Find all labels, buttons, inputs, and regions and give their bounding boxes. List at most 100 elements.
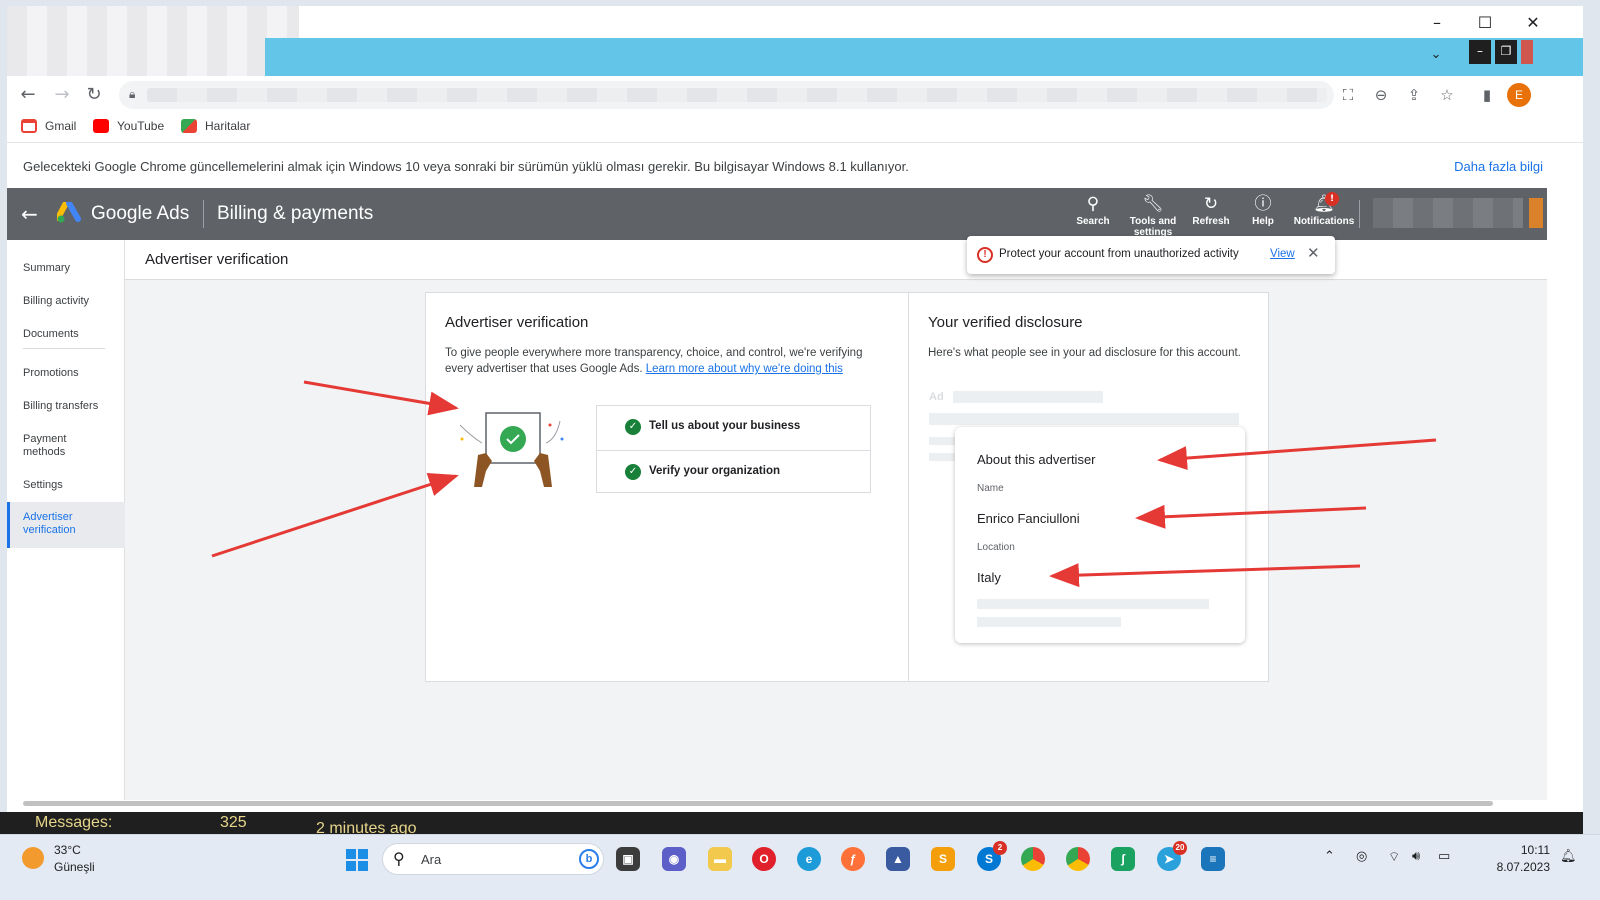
tab-search-chevron-icon[interactable]: ⌄ <box>1421 42 1451 68</box>
account-info-blurred[interactable] <box>1373 198 1523 228</box>
file-explorer-icon[interactable]: ▬ <box>708 847 732 871</box>
close-window-button[interactable]: ✕ <box>1511 10 1555 36</box>
header-button-label: Tools and settings <box>1129 216 1177 238</box>
back-icon[interactable]: ← <box>15 82 41 108</box>
infobar-text: Gelecekteki Google Chrome güncellemeleri… <box>23 159 909 174</box>
page-title: Advertiser verification <box>145 251 289 268</box>
check-icon: ✓ <box>625 419 641 435</box>
firefox-icon[interactable]: ƒ <box>841 847 865 871</box>
header-notifications-button[interactable]: 🔔︎! Notifications <box>1289 192 1359 227</box>
sublime-icon[interactable]: S <box>931 847 955 871</box>
telegram-badge: 20 <box>1173 841 1187 855</box>
bookmark-label: YouTube <box>117 119 165 133</box>
minimize-button[interactable]: – <box>1415 10 1459 36</box>
task-view-icon[interactable]: ▣ <box>616 847 640 871</box>
telegram-icon[interactable]: ➤ 20 <box>1157 841 1187 871</box>
skype-icon[interactable]: S2 <box>977 841 1007 871</box>
header-tools-button[interactable]: 🔧︎ Tools and settings <box>1121 194 1185 240</box>
header-help-button[interactable]: ⓘ Help <box>1233 194 1293 227</box>
header-search-button[interactable]: ⚲ Search <box>1063 194 1123 227</box>
weather-condition[interactable]: Güneşli <box>54 860 95 874</box>
security-toast: ! Protect your account from unauthorized… <box>967 236 1335 274</box>
google-ads-header: ← Google Ads Billing & payments ⚲ Search… <box>7 188 1547 240</box>
maximize-button[interactable]: ☐ <box>1463 10 1507 36</box>
bookmarks-bar: Gmail YouTube Haritalar <box>7 114 1583 142</box>
app-icon[interactable]: ʃ <box>1111 847 1135 871</box>
notification-center-icon[interactable]: 🔔︎ <box>1560 849 1577 864</box>
close-icon[interactable]: ✕ <box>1307 244 1320 262</box>
nav-item-billing-transfers[interactable]: Billing transfers <box>23 400 119 413</box>
learn-more-link[interactable]: Learn more about why we're doing this <box>646 363 843 375</box>
nav-item-payment-methods[interactable]: Payment methods <box>23 433 83 459</box>
inner-restore-button[interactable]: ❐ <box>1495 40 1517 64</box>
sun-icon[interactable] <box>22 847 44 869</box>
opera-icon[interactable]: O <box>752 847 776 871</box>
chat-icon[interactable]: ◉ <box>662 847 686 871</box>
disclosure-panel: Your verified disclosure Here's what peo… <box>909 293 1269 681</box>
windows-taskbar: 33°C Güneşli ⚲ Ara b ▣ ◉ ▬ O e ƒ ▲ S S2 … <box>0 834 1600 900</box>
bookmark-gmail[interactable]: Gmail <box>21 119 76 133</box>
notepad-icon[interactable]: ≡ <box>1201 847 1225 871</box>
bookmark-maps[interactable]: Haritalar <box>181 119 250 133</box>
profile-avatar[interactable]: E <box>1507 83 1531 107</box>
bell-icon: 🔔︎! <box>1289 192 1359 214</box>
app-icon[interactable]: ▲ <box>886 847 910 871</box>
nav-item-settings[interactable]: Settings <box>23 479 119 492</box>
edge-icon[interactable]: e <box>797 847 821 871</box>
address-bar[interactable]: 🔒︎ <box>119 81 1334 109</box>
placeholder-bar <box>929 413 1239 425</box>
step-business[interactable]: ✓ Tell us about your business <box>597 406 870 449</box>
placeholder-bar <box>953 391 1103 403</box>
bookmark-youtube[interactable]: YouTube <box>93 119 164 133</box>
disclosure-title: Your verified disclosure <box>928 314 1083 331</box>
windows-start-icon[interactable] <box>346 849 368 871</box>
tab-strip-blurred[interactable] <box>7 6 299 76</box>
inner-close-button[interactable] <box>1521 40 1533 64</box>
help-icon: ⓘ <box>1254 194 1272 214</box>
bookmark-star-icon[interactable]: ☆ <box>1434 82 1460 108</box>
messages-label: Messages: <box>35 814 113 831</box>
clock-time[interactable]: 10:11 <box>1490 843 1550 857</box>
section-title: Billing & payments <box>217 203 374 224</box>
step-organization[interactable]: ✓ Verify your organization <box>597 450 870 493</box>
ad-label: Ad <box>929 391 944 403</box>
header-divider <box>1359 200 1360 228</box>
chevron-up-icon[interactable]: ⌃ <box>1324 849 1335 864</box>
back-arrow-icon[interactable]: ← <box>21 202 38 226</box>
gmail-icon <box>21 119 37 133</box>
nav-item-advertiser-verification[interactable]: Advertiser verification <box>23 511 89 537</box>
chrome-icon[interactable] <box>1021 847 1045 871</box>
placeholder-bar <box>977 617 1121 627</box>
reload-icon[interactable]: ↻ <box>81 82 107 108</box>
about-advertiser-card: About this advertiser Name Enrico Fanciu… <box>955 427 1245 643</box>
wifi-icon[interactable]: ⌔ <box>1388 849 1400 865</box>
header-refresh-button[interactable]: ↻ Refresh <box>1181 194 1241 227</box>
zoom-out-icon[interactable]: ⊖ <box>1368 82 1394 108</box>
clock-date[interactable]: 8.07.2023 <box>1466 860 1550 874</box>
nav-item-promotions[interactable]: Promotions <box>23 367 119 380</box>
nav-item-documents[interactable]: Documents <box>23 328 119 341</box>
translate-icon[interactable]: ⛶ <box>1335 82 1361 108</box>
chrome-icon[interactable] <box>1066 847 1090 871</box>
share-icon[interactable]: ⇪ <box>1401 82 1427 108</box>
bing-icon[interactable]: b <box>579 849 599 869</box>
search-icon: ⚲ <box>1086 194 1100 214</box>
infobar-learn-more-link[interactable]: Daha fazla bilgi <box>1454 159 1543 174</box>
step-label: Tell us about your business <box>649 420 801 432</box>
forward-icon[interactable]: → <box>49 82 75 108</box>
battery-icon[interactable]: ▭ <box>1438 849 1450 864</box>
vpn-icon[interactable]: ◎ <box>1356 849 1367 864</box>
toast-view-link[interactable]: View <box>1270 248 1295 260</box>
taskbar-search[interactable]: ⚲ Ara b <box>382 843 604 875</box>
nav-item-billing-activity[interactable]: Billing activity <box>23 295 119 308</box>
nav-item-summary[interactable]: Summary <box>23 262 119 275</box>
verification-card: Advertiser verification To give people e… <box>425 292 1269 682</box>
wrench-icon: 🔧︎ <box>1142 194 1164 214</box>
horizontal-scrollbar[interactable] <box>23 801 1493 806</box>
weather-temperature[interactable]: 33°C <box>54 843 81 857</box>
side-navigation: Summary Billing activity Documents Promo… <box>7 240 125 800</box>
inner-minimize-button[interactable]: – <box>1469 40 1491 64</box>
header-button-label: Refresh <box>1192 216 1230 227</box>
volume-icon[interactable]: 🔊︎ <box>1412 849 1420 864</box>
side-panel-icon[interactable]: ▮ <box>1474 82 1500 108</box>
